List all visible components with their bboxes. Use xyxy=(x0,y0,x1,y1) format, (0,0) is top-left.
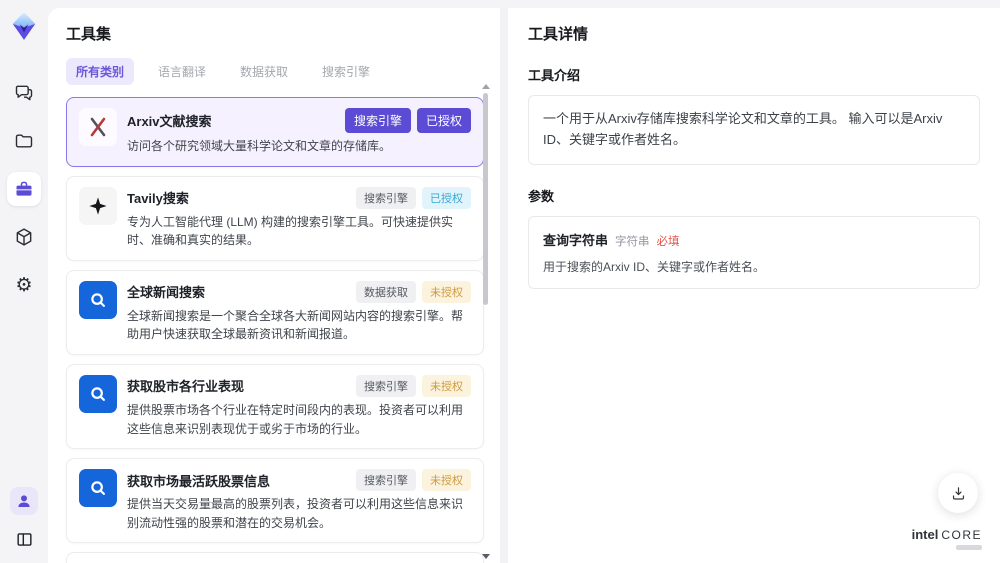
sidebar-item-settings[interactable]: ⚙ xyxy=(7,268,41,302)
tool-card-active-stocks[interactable]: 获取市场最活跃股票信息 搜索引擎 未授权 提供当天交易量最高的股票列表，投资者可… xyxy=(66,458,484,544)
sidebar-bottom xyxy=(10,487,38,553)
scrollbar-up-arrow[interactable] xyxy=(481,84,490,89)
scrollbar-down-arrow[interactable] xyxy=(481,554,490,559)
tag-auth-status: 已授权 xyxy=(416,108,471,133)
panel-collapse-icon xyxy=(15,530,34,549)
user-avatar[interactable] xyxy=(10,487,38,515)
sidebar-item-folder[interactable] xyxy=(7,124,41,158)
tag-category: 搜索引擎 xyxy=(344,108,411,133)
tool-card-sector-performance[interactable]: 获取股市各行业表现 搜索引擎 未授权 提供股票市场各个行业在特定时间段内的表现。… xyxy=(66,363,484,450)
tab-data-fetch[interactable]: 数据获取 xyxy=(230,58,298,85)
app-logo-icon xyxy=(8,10,40,42)
sidebar-item-chat[interactable] xyxy=(7,76,41,110)
intel-core-sub-badge xyxy=(956,545,982,550)
tool-card-regional-news[interactable]: 万维地区新闻查询 搜索引擎 未授权 查询具体行政区划内的新闻，快速了解各地新闻动 xyxy=(66,552,484,563)
scrollbar-thumb[interactable] xyxy=(483,93,488,305)
intro-text: 一个用于从Arxiv存储库搜索科学论文和文章的工具。 输入可以是Arxiv ID… xyxy=(543,111,943,147)
tool-name: 全球新闻搜索 xyxy=(127,285,206,301)
tag-auth-status: 已授权 xyxy=(422,186,471,209)
intel-core-logo: intel CORE xyxy=(912,527,982,550)
tavily-star-icon xyxy=(79,186,117,225)
sidebar: ⚙ xyxy=(0,0,48,563)
tool-card-global-news[interactable]: 全球新闻搜索 数据获取 未授权 全球新闻搜索是一个聚合全球各大新闻网站内容的搜索… xyxy=(66,269,484,355)
person-icon xyxy=(15,492,33,510)
news-search-icon xyxy=(79,374,117,413)
tool-description: 专为人工智能代理 (LLM) 构建的搜索引擎工具。可快速提供实时、准确和真实的结… xyxy=(127,214,454,248)
cube-icon xyxy=(14,227,34,247)
sidebar-nav: ⚙ xyxy=(7,76,41,302)
tag-auth-status: 未授权 xyxy=(422,469,471,492)
tag-category: 数据获取 xyxy=(356,280,416,303)
tool-description: 访问各个研究领域大量科学论文和文章的存储库。 xyxy=(127,139,392,153)
tool-name: Arxiv文献搜索 xyxy=(127,114,212,129)
app-window: ⚙ 工具集 所有类别 语言翻译 数据获取 搜索引擎 Arxiv文献搜索 搜索引擎… xyxy=(0,0,1000,563)
tool-list-panel: 工具集 所有类别 语言翻译 数据获取 搜索引擎 Arxiv文献搜索 搜索引擎 已… xyxy=(48,8,500,563)
tool-card-list: Arxiv文献搜索 搜索引擎 已授权 访问各个研究领域大量科学论文和文章的存储库… xyxy=(66,97,484,563)
news-search-icon xyxy=(79,280,117,319)
param-name: 查询字符串 xyxy=(543,232,609,248)
arxiv-icon xyxy=(79,108,117,146)
download-icon xyxy=(950,485,967,502)
param-description: 用于搜索的Arxiv ID、关键字或作者姓名。 xyxy=(543,259,766,274)
tool-detail-panel: 工具详情 工具介绍 一个用于从Arxiv存储库搜索科学论文和文章的工具。 输入可… xyxy=(508,8,1000,563)
category-tabs: 所有类别 语言翻译 数据获取 搜索引擎 xyxy=(66,58,484,85)
page-title: 工具集 xyxy=(66,26,112,43)
tool-name: 获取市场最活跃股票信息 xyxy=(127,473,271,489)
gear-icon: ⚙ xyxy=(15,274,33,296)
intro-box: 一个用于从Arxiv存储库搜索科学论文和文章的工具。 输入可以是Arxiv ID… xyxy=(528,95,980,165)
tab-search-engine[interactable]: 搜索引擎 xyxy=(312,58,380,85)
param-box: 查询字符串 字符串 必填 用于搜索的Arxiv ID、关键字或作者姓名。 xyxy=(528,215,980,289)
tool-description: 提供股票市场各个行业在特定时间段内的表现。投资者可以利用这些信息来识别表现优于或… xyxy=(127,402,464,436)
param-type-badge: 字符串 xyxy=(615,235,650,248)
detail-title: 工具详情 xyxy=(528,26,589,43)
intro-heading: 工具介绍 xyxy=(528,68,581,83)
tag-auth-status: 未授权 xyxy=(422,280,471,303)
chat-icon xyxy=(14,83,34,103)
params-heading: 参数 xyxy=(528,188,555,204)
tag-category: 搜索引擎 xyxy=(356,186,416,209)
panel-divider xyxy=(500,8,508,563)
download-button[interactable] xyxy=(938,473,978,513)
tag-category: 搜索引擎 xyxy=(356,469,416,492)
list-scrollbar[interactable] xyxy=(481,84,490,559)
main-content: 工具集 所有类别 语言翻译 数据获取 搜索引擎 Arxiv文献搜索 搜索引擎 已… xyxy=(48,8,1000,563)
tool-name: Tavily搜索 xyxy=(127,191,189,207)
news-search-icon xyxy=(79,469,117,508)
param-required-badge: 必填 xyxy=(656,235,680,248)
tab-all-categories[interactable]: 所有类别 xyxy=(66,58,135,85)
sidebar-item-tools[interactable] xyxy=(7,172,41,206)
tab-language-translation[interactable]: 语言翻译 xyxy=(148,58,216,85)
sidebar-item-packages[interactable] xyxy=(7,220,41,254)
brand-intel-text: intel xyxy=(911,527,939,542)
tool-description: 全球新闻搜索是一个聚合全球各大新闻网站内容的搜索引擎。帮助用户快速获取全球最新资… xyxy=(127,308,464,342)
tag-auth-status: 未授权 xyxy=(422,374,471,397)
tool-card-tavily[interactable]: Tavily搜索 搜索引擎 已授权 专为人工智能代理 (LLM) 构建的搜索引擎… xyxy=(66,175,484,261)
tool-name: 获取股市各行业表现 xyxy=(127,379,245,395)
briefcase-icon xyxy=(14,179,34,199)
brand-core-text: CORE xyxy=(941,528,982,542)
tag-category: 搜索引擎 xyxy=(356,374,416,397)
tool-card-arxiv[interactable]: Arxiv文献搜索 搜索引擎 已授权 访问各个研究领域大量科学论文和文章的存储库… xyxy=(66,97,484,167)
folder-icon xyxy=(14,131,34,151)
tool-description: 提供当天交易量最高的股票列表，投资者可以利用这些信息来识别流动性强的股票和潜在的… xyxy=(127,497,464,530)
collapse-sidebar-button[interactable] xyxy=(10,525,38,553)
